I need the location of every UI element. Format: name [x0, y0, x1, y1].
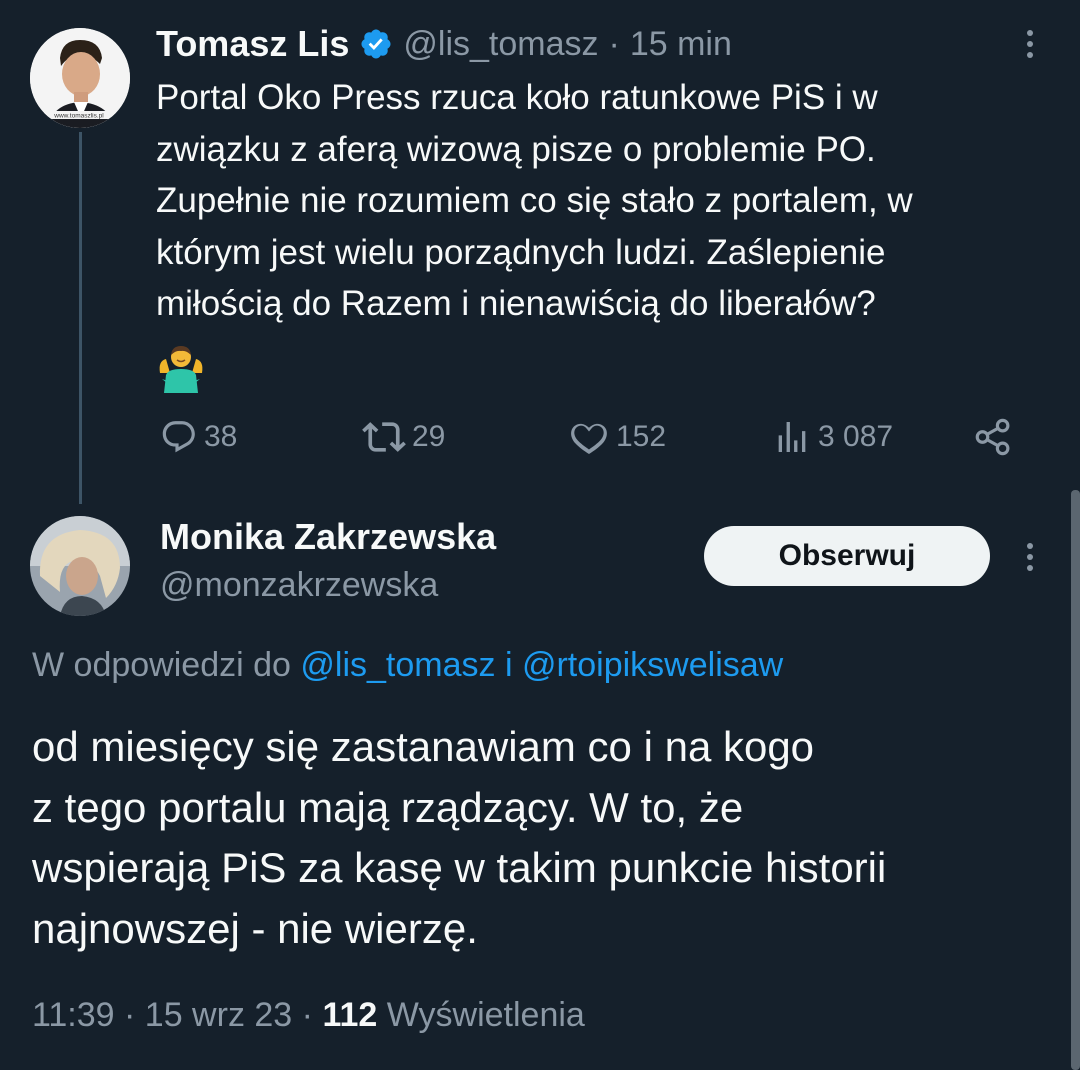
views-number: 112 — [322, 996, 378, 1034]
tweet-meta: 11:39 · 15 wrz 23 · 112 Wyświetlenia — [32, 996, 585, 1035]
reply-avatar-portrait — [30, 516, 130, 616]
reply-icon — [162, 421, 195, 453]
more-options-icon[interactable] — [1026, 30, 1034, 63]
tweet-text: Portal Oko Press rzuca koło ratunkowe Pi… — [156, 78, 913, 323]
reply-text: od miesięcy się zastanawiam co i na kogo… — [32, 723, 887, 952]
tweet-time[interactable]: 15 min — [630, 25, 732, 64]
mention-joiner: i — [504, 646, 513, 684]
avatar[interactable]: www.tomaszlis.pl — [30, 28, 130, 128]
like-count: 152 — [616, 420, 667, 453]
reply-prefix: W odpowiedzi do — [32, 646, 291, 684]
reply-count: 38 — [204, 420, 238, 453]
avatar-portrait: www.tomaszlis.pl — [30, 28, 130, 128]
author-handle[interactable]: @lis_tomasz — [403, 25, 598, 64]
verified-badge-icon — [361, 29, 391, 59]
heart-icon — [571, 423, 607, 455]
reply-avatar[interactable] — [30, 516, 130, 616]
tweet-thread: www.tomaszlis.pl Tomasz Lis @lis_tomasz … — [0, 0, 1080, 1070]
person-shrugging-emoji-icon — [159, 346, 203, 393]
mention-link[interactable]: @lis_tomasz — [300, 646, 495, 684]
author-name[interactable]: Tomasz Lis — [156, 23, 349, 65]
thread-line — [79, 132, 82, 504]
tweet-date[interactable]: 15 wrz 23 — [145, 996, 292, 1034]
separator-dot: · — [124, 996, 136, 1034]
tweet-timestamp[interactable]: 11:39 — [32, 996, 115, 1034]
views-button[interactable]: 3 087 — [772, 412, 893, 462]
tweet-actions: 38 29 152 3 087 — [156, 412, 1036, 462]
avatar-caption: www.tomaszlis.pl — [53, 113, 104, 120]
retweet-count: 29 — [412, 420, 446, 453]
separator-dot: · — [608, 24, 620, 63]
share-icon — [975, 418, 1010, 456]
views-chart-icon — [778, 422, 806, 452]
scrollbar[interactable] — [1071, 490, 1080, 1070]
reply-button[interactable]: 38 — [160, 412, 237, 462]
reply-more-options-icon[interactable] — [1026, 543, 1034, 576]
share-button[interactable] — [972, 412, 1020, 462]
follow-button[interactable]: Obserwuj — [704, 526, 990, 586]
reply-author-name[interactable]: Monika Zakrzewska — [160, 516, 496, 558]
reply-author-handle[interactable]: @monzakrzewska — [160, 566, 438, 605]
views-count: 3 087 — [818, 420, 894, 453]
reply-context: W odpowiedzi do @lis_tomasz i @rtoipiksw… — [32, 646, 783, 685]
retweet-button[interactable]: 29 — [362, 412, 445, 462]
separator-dot: · — [301, 996, 313, 1034]
like-button[interactable]: 152 — [568, 412, 666, 462]
parent-tweet[interactable]: www.tomaszlis.pl Tomasz Lis @lis_tomasz … — [0, 0, 1080, 504]
tweet-header: Tomasz Lis @lis_tomasz · 15 min — [156, 22, 732, 66]
mention-link[interactable]: @rtoipikswelisaw — [522, 646, 783, 684]
views-label: Wyświetlenia — [386, 996, 585, 1034]
retweet-icon — [362, 422, 406, 452]
